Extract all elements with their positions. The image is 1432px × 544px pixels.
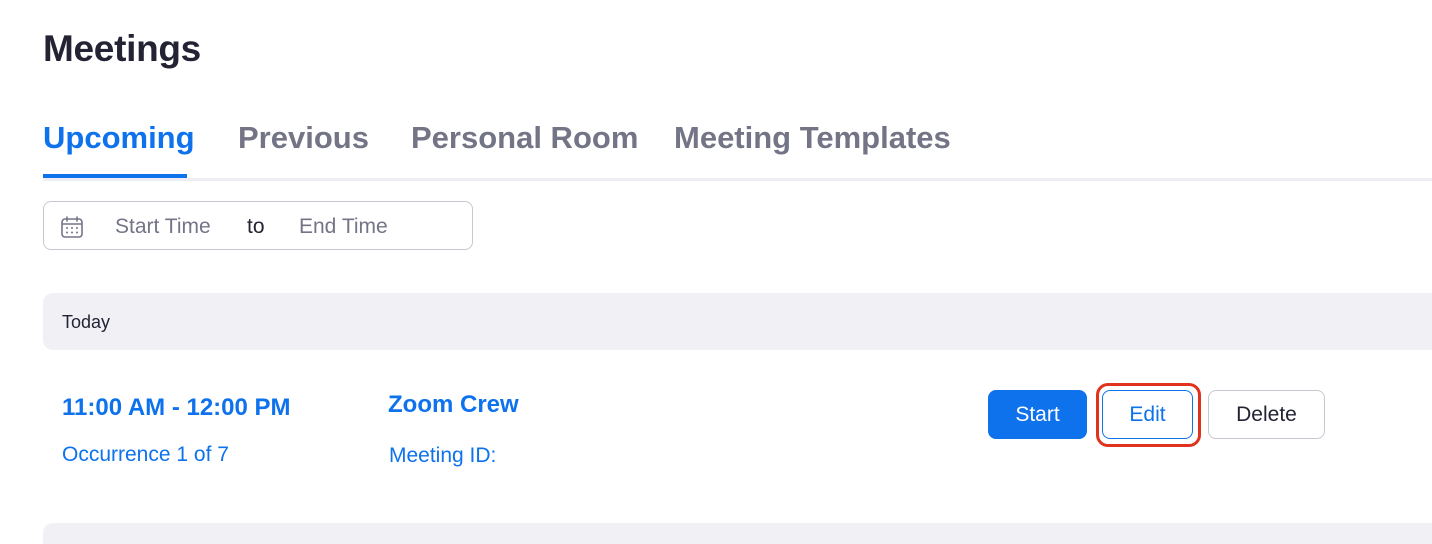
- tab-previous[interactable]: Previous: [238, 120, 369, 156]
- day-section-header: Today: [43, 293, 1432, 350]
- meeting-topic-link[interactable]: Zoom Crew: [388, 391, 519, 419]
- meetings-page: Meetings Upcoming Previous Personal Room…: [0, 0, 1432, 544]
- date-range-filter[interactable]: Start Time to End Time: [43, 201, 473, 250]
- day-label: Today: [62, 312, 111, 332]
- tab-upcoming[interactable]: Upcoming: [43, 120, 195, 156]
- meeting-occurrence-link[interactable]: Occurrence 1 of 7: [62, 443, 229, 467]
- date-range-separator: to: [247, 215, 265, 238]
- edit-meeting-button[interactable]: Edit: [1102, 390, 1193, 439]
- delete-meeting-button[interactable]: Delete: [1208, 390, 1325, 439]
- page-title: Meetings: [43, 28, 201, 69]
- calendar-icon[interactable]: [60, 215, 84, 239]
- active-tab-indicator: [43, 174, 187, 178]
- meeting-time-link[interactable]: 11:00 AM - 12:00 PM: [62, 394, 291, 422]
- start-meeting-button[interactable]: Start: [988, 390, 1087, 439]
- tab-meeting-templates[interactable]: Meeting Templates: [674, 120, 951, 156]
- next-day-section-header: [43, 523, 1432, 544]
- start-time-input[interactable]: Start Time: [115, 215, 211, 239]
- tab-personal-room[interactable]: Personal Room: [411, 120, 638, 156]
- end-time-input[interactable]: End Time: [299, 215, 388, 239]
- meeting-tabs: Upcoming Previous Personal Room Meeting …: [43, 112, 1432, 181]
- meeting-id-label: Meeting ID:: [389, 444, 497, 467]
